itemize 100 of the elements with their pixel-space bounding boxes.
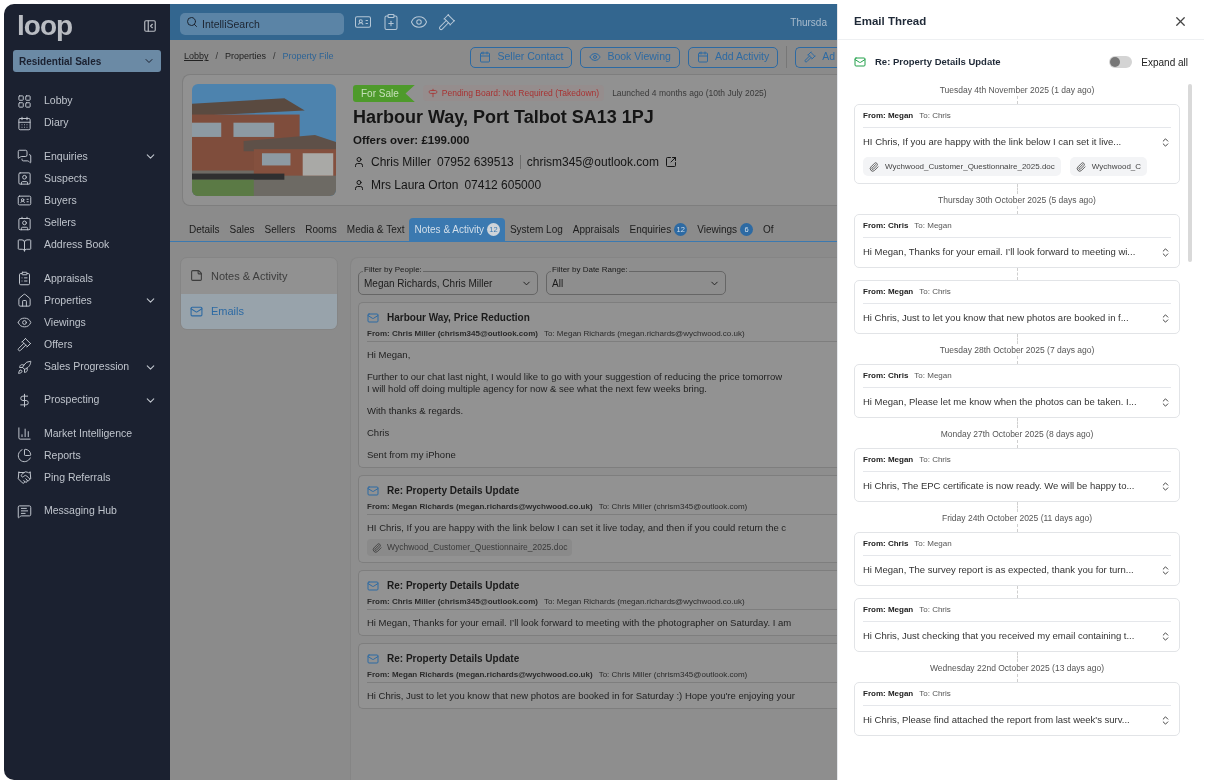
attachment-chip[interactable]: Wychwood_C (1069, 157, 1148, 176)
email-card[interactable] (358, 475, 837, 563)
date-label: Tuesday 28th October 2025 (7 days ago) (938, 344, 1096, 356)
email-card[interactable] (358, 643, 837, 709)
status-ribbon: For Sale (353, 84, 415, 102)
breadcrumb-link[interactable]: Properties (225, 50, 267, 64)
house-icon (17, 293, 32, 309)
expand-icon[interactable] (1160, 313, 1171, 324)
bar-chart-icon (17, 426, 32, 442)
sidebar-item[interactable]: Suspects (4, 167, 170, 190)
note-icon (190, 269, 203, 283)
id-card-icon (17, 193, 32, 209)
id-card-plus-icon[interactable] (354, 13, 372, 31)
email-card[interactable] (358, 302, 837, 468)
sidebar-item[interactable]: Lobby (4, 90, 170, 113)
price-text: Offers over: £199.000 (353, 132, 471, 148)
sidebar-item[interactable]: Buyers (4, 189, 170, 212)
sidebar-item[interactable]: Ping Referrals (4, 466, 170, 489)
breadcrumb-separator: / (273, 50, 276, 64)
date-label: Friday 24th October 2025 (11 days ago) (940, 512, 1094, 524)
calendar-icon (479, 51, 492, 63)
expand-icon[interactable] (1160, 137, 1171, 148)
message-card[interactable]: From: Megan To: Chris Hi Chris, Just checking that you received my email containing t... (854, 598, 1180, 652)
message-card[interactable]: From: Chris To: Megan Hi Megan, Please let me know when the photos can be taken. I... (854, 364, 1180, 418)
pie-chart-icon (17, 448, 32, 464)
sidebar-item[interactable]: Sales Progression (4, 356, 170, 379)
breadcrumb-link[interactable]: Lobby (184, 50, 209, 64)
tab[interactable]: Of (758, 218, 779, 241)
collapse-sidebar-icon[interactable] (143, 19, 157, 33)
sender-text: From: Chris Miller (chrism345@outlook.com) (367, 327, 538, 340)
expand-icon[interactable] (1160, 481, 1171, 492)
message-card[interactable]: From: Megan To: Chris Hi Chris, Please find attached the report from last week's surv... (854, 682, 1180, 736)
sidebar-item[interactable]: Address Book (4, 234, 170, 257)
toggle-switch[interactable] (1109, 56, 1133, 68)
tab[interactable]: System Log (504, 218, 568, 241)
sidebar-item[interactable]: Market Intelligence (4, 422, 170, 445)
message-preview: Hi Chris, Please find attached the report from last week's surv... (863, 713, 1130, 728)
sender-text: From: Chris (863, 220, 909, 232)
tab[interactable]: Rooms (300, 218, 342, 241)
date-label: Monday 27th October 2025 (8 days ago) (939, 428, 1095, 440)
tab[interactable]: Appraisals (567, 218, 625, 241)
launched-text: Launched 4 months ago (10th July 2025) (612, 87, 767, 100)
message-preview: Hi Chris, The EPC certificate is now ready. We will be happy to... (863, 479, 1135, 494)
expand-icon[interactable] (1160, 715, 1171, 726)
message-card[interactable]: From: Megan To: Chris Hi Chris, The EPC certificate is now ready. We will be happy to... (854, 448, 1180, 502)
recipient-text: To: Chris (919, 604, 951, 616)
paperclip-icon (1075, 161, 1086, 172)
sidebar-item[interactable]: Properties (4, 289, 170, 312)
expand-icon[interactable] (1160, 631, 1171, 642)
book-icon (17, 237, 32, 253)
message-card[interactable]: From: Chris To: Megan Hi Megan, Thanks for your email. I’ll look forward to meeting wi... (854, 214, 1180, 268)
clipboard-plus-icon[interactable] (382, 13, 400, 31)
subnav-item[interactable]: Notes & Activity (181, 258, 337, 294)
search-field[interactable]: IntelliSearch (180, 13, 344, 35)
recipient-text: To: Chris Miller (chrism345@outlook.com) (598, 500, 748, 513)
grid-icon (17, 93, 32, 109)
mail-icon (367, 652, 379, 665)
dollar-icon (17, 392, 32, 408)
expand-icon[interactable] (1160, 397, 1171, 408)
expand-icon[interactable] (1160, 565, 1171, 576)
recipient-text: To: Chris Miller (chrism345@outlook.com) (598, 668, 748, 681)
attachment-chip[interactable]: Wychwood_Customer_Questionnaire_2025.doc (863, 157, 1061, 176)
sender-text: From: Chris (863, 370, 909, 382)
email-link[interactable]: chrism345@outlook.com (526, 152, 659, 171)
sender-text: From: Megan Richards (megan.richards@wychwood.co.uk) (367, 500, 593, 513)
sidebar-item[interactable]: Reports (4, 444, 170, 467)
expand-icon[interactable] (1160, 247, 1171, 258)
external-link-icon[interactable] (665, 155, 677, 168)
sidebar-item[interactable]: Sellers (4, 211, 170, 235)
tab[interactable]: Details (184, 218, 225, 241)
sidebar-item[interactable]: Messaging Hub (4, 500, 170, 523)
sidebar-item[interactable]: Prospecting (4, 389, 170, 412)
sidebar-item[interactable]: Enquiries (4, 145, 170, 168)
message-card[interactable]: From: Megan To: Chris HI Chris, If you are happy with the link below I can set it live... Wychwood_Customer_Questionnaire_2025.doc Wychwood_C (854, 104, 1180, 184)
tab[interactable]: Sales (224, 218, 260, 241)
chat-bubbles-icon (17, 148, 32, 164)
recipient-text: To: Megan (914, 220, 952, 232)
message-card[interactable]: From: Chris To: Megan Hi Megan, The survey report is as expected, thank you for turn... (854, 532, 1180, 586)
tab[interactable]: Sellers (259, 218, 301, 241)
recipient-text: To: Chris (919, 110, 951, 122)
sidebar-item[interactable]: Viewings (4, 311, 170, 334)
eye-plus-icon[interactable] (410, 13, 428, 31)
workspace-select[interactable]: Residential Sales (13, 50, 161, 72)
message-card[interactable]: From: Megan To: Chris Hi Chris, Just to let you know that new photos are booked in f... (854, 280, 1180, 334)
gavel-plus-icon[interactable] (438, 13, 456, 31)
phone-number: 07952 639513 (437, 153, 514, 171)
sidebar-item[interactable]: Diary (4, 112, 170, 135)
email-body-line: With thanks & regards. (367, 405, 465, 417)
sender-text: From: Megan (863, 454, 914, 466)
recipient-text: To: Chris (919, 286, 951, 298)
sidebar-item[interactable]: Appraisals (4, 267, 170, 290)
email-card[interactable] (358, 570, 837, 636)
clipboard-icon (17, 270, 32, 286)
sidebar-item[interactable]: Offers (4, 333, 170, 357)
close-icon[interactable] (1173, 14, 1188, 29)
tab[interactable]: Media & Text (341, 218, 410, 241)
recipient-text: To: Megan (914, 370, 952, 382)
email-body-line: HI Chris, If you are happy with the link below I can set it live today, and then if you could return the c (367, 522, 788, 534)
search-icon (186, 16, 198, 28)
message-preview: Hi Chris, Just to let you know that new photos are booked in f... (863, 311, 1129, 326)
